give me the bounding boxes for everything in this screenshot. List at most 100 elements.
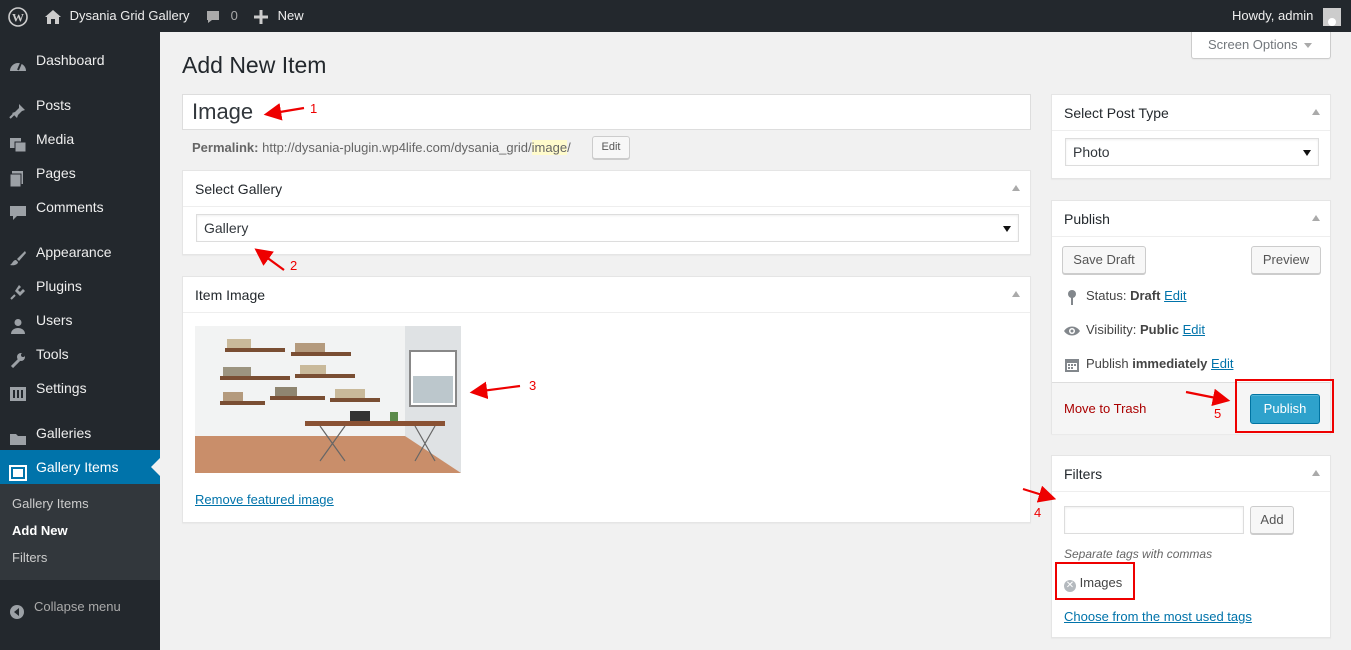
tag-hint: Separate tags with commas bbox=[1064, 547, 1213, 561]
screen-options-button[interactable]: Screen Options bbox=[1191, 32, 1331, 59]
sidebar-item-posts[interactable]: Posts bbox=[0, 88, 160, 122]
collapse-arrow-icon[interactable] bbox=[1312, 109, 1320, 115]
permalink-row: Permalink: http://dysania-plugin.wp4life… bbox=[192, 139, 571, 157]
visibility-row: Visibility: Public Edit bbox=[1064, 320, 1205, 340]
annotation-label: 2 bbox=[290, 258, 298, 273]
featured-image[interactable] bbox=[195, 326, 461, 473]
schedule-label: Publish bbox=[1086, 356, 1129, 371]
sidebar-item-label: Posts bbox=[36, 97, 72, 113]
collapse-arrow-icon bbox=[9, 599, 27, 619]
move-to-trash-link[interactable]: Move to Trash bbox=[1064, 401, 1146, 416]
visibility-label: Visibility: bbox=[1086, 322, 1137, 337]
dropdown-arrow-icon bbox=[1303, 150, 1311, 156]
comments-link[interactable]: 0 bbox=[205, 0, 238, 32]
status-value: Draft bbox=[1130, 288, 1161, 303]
sidebar-item-plugins[interactable]: Plugins bbox=[0, 269, 160, 303]
gallery-select[interactable]: Gallery bbox=[196, 214, 1019, 242]
status-edit-link[interactable]: Edit bbox=[1164, 288, 1186, 303]
filters-box-title[interactable]: Filters bbox=[1052, 456, 1330, 492]
greeting: Howdy, admin bbox=[1232, 8, 1314, 23]
annotation-label: 3 bbox=[529, 378, 537, 393]
visibility-value: Public bbox=[1139, 322, 1179, 337]
tag-highlight-box bbox=[1055, 562, 1135, 600]
sidebar-item-label: Plugins bbox=[36, 278, 82, 294]
sidebar-item-dashboard[interactable]: Dashboard bbox=[0, 43, 160, 77]
new-label: New bbox=[277, 8, 304, 23]
sidebar-item-galleries[interactable]: Galleries bbox=[0, 416, 160, 450]
dashboard-icon bbox=[9, 52, 27, 71]
save-draft-button[interactable]: Save Draft bbox=[1062, 246, 1146, 274]
sidebar-item-pages[interactable]: Pages bbox=[0, 156, 160, 190]
collapse-arrow-icon[interactable] bbox=[1312, 470, 1320, 476]
add-tag-button[interactable]: Add bbox=[1250, 506, 1294, 534]
new-tag-input[interactable] bbox=[1064, 506, 1244, 534]
plus-icon bbox=[254, 8, 268, 24]
admin-sidebar: Dashboard Posts Media Pages Comments App… bbox=[0, 32, 160, 650]
post-type-select[interactable]: Photo bbox=[1065, 138, 1319, 166]
wordpress-logo-icon[interactable]: W bbox=[8, 0, 28, 32]
sidebar-item-label: Users bbox=[36, 312, 73, 328]
sidebar-item-media[interactable]: Media bbox=[0, 122, 160, 156]
collapse-menu-button[interactable]: Collapse menu bbox=[0, 590, 160, 624]
post-type-select-value: Photo bbox=[1073, 144, 1110, 160]
calendar-icon bbox=[1064, 357, 1080, 373]
submenu-item-gallery-items[interactable]: Gallery Items bbox=[12, 494, 89, 514]
sidebar-item-tools[interactable]: Tools bbox=[0, 337, 160, 371]
eye-icon bbox=[1064, 323, 1080, 339]
comment-bubble-icon bbox=[205, 8, 221, 23]
site-home-link[interactable]: Dysania Grid Gallery bbox=[44, 0, 190, 32]
brush-icon bbox=[9, 244, 27, 266]
annotation-label: 1 bbox=[310, 101, 318, 116]
item-image-title[interactable]: Item Image bbox=[183, 277, 1030, 313]
select-gallery-title[interactable]: Select Gallery bbox=[183, 171, 1030, 207]
site-name: Dysania Grid Gallery bbox=[69, 8, 190, 23]
gallery-select-value: Gallery bbox=[204, 220, 249, 236]
pin-icon bbox=[9, 97, 27, 119]
avatar bbox=[1323, 7, 1342, 26]
select-post-type-title[interactable]: Select Post Type bbox=[1052, 95, 1330, 131]
gallery-icon bbox=[9, 459, 27, 481]
schedule-edit-link[interactable]: Edit bbox=[1211, 356, 1233, 371]
sidebar-item-label: Dashboard bbox=[36, 52, 105, 68]
permalink-slug: image bbox=[531, 140, 568, 155]
item-image-box: Item Image Remove featured image bbox=[182, 276, 1031, 523]
plugin-icon bbox=[9, 278, 27, 300]
preview-button[interactable]: Preview bbox=[1251, 246, 1321, 274]
sidebar-item-label: Gallery Items bbox=[36, 459, 119, 475]
sidebar-item-label: Galleries bbox=[36, 425, 92, 441]
status-label: Status: bbox=[1086, 288, 1127, 303]
new-content-link[interactable]: New bbox=[254, 0, 304, 32]
submenu-item-add-new[interactable]: Add New bbox=[12, 521, 68, 541]
home-icon bbox=[44, 8, 62, 24]
sidebar-item-settings[interactable]: Settings bbox=[0, 371, 160, 405]
permalink-label: Permalink: bbox=[192, 140, 259, 155]
collapse-arrow-icon[interactable] bbox=[1312, 215, 1320, 221]
media-icon bbox=[9, 131, 27, 153]
visibility-edit-link[interactable]: Edit bbox=[1183, 322, 1205, 337]
filters-box: Filters Add Separate tags with commas ✕ … bbox=[1051, 455, 1331, 638]
screen-options-label: Screen Options bbox=[1208, 37, 1298, 52]
collapse-arrow-icon[interactable] bbox=[1012, 185, 1020, 191]
caret-down-icon bbox=[1304, 43, 1312, 48]
sidebar-item-users[interactable]: Users bbox=[0, 303, 160, 337]
collapse-arrow-icon[interactable] bbox=[1012, 291, 1020, 297]
user-account-menu[interactable]: Howdy, admin bbox=[1232, 0, 1342, 32]
remove-featured-image-link[interactable]: Remove featured image bbox=[195, 492, 334, 507]
sidebar-item-label: Settings bbox=[36, 380, 87, 396]
submenu-item-filters[interactable]: Filters bbox=[12, 548, 47, 568]
sidebar-item-appearance[interactable]: Appearance bbox=[0, 235, 160, 269]
admin-bar: W Dysania Grid Gallery 0 New Howdy, admi… bbox=[0, 0, 1351, 32]
page-title: Add New Item bbox=[182, 52, 327, 78]
collapse-menu-label: Collapse menu bbox=[34, 599, 121, 614]
select-post-type-box: Select Post Type Photo bbox=[1051, 94, 1331, 179]
pages-icon bbox=[9, 165, 27, 188]
sidebar-item-label: Tools bbox=[36, 346, 69, 362]
comment-icon bbox=[9, 199, 27, 220]
sidebar-item-comments[interactable]: Comments bbox=[0, 190, 160, 224]
permalink-edit-button[interactable]: Edit bbox=[592, 136, 630, 159]
select-gallery-box: Select Gallery Gallery bbox=[182, 170, 1031, 255]
sidebar-item-gallery-items[interactable]: Gallery Items bbox=[0, 450, 160, 484]
most-used-tags-link[interactable]: Choose from the most used tags bbox=[1064, 609, 1252, 624]
dropdown-arrow-icon bbox=[1003, 226, 1011, 232]
publish-box-title[interactable]: Publish bbox=[1052, 201, 1330, 237]
